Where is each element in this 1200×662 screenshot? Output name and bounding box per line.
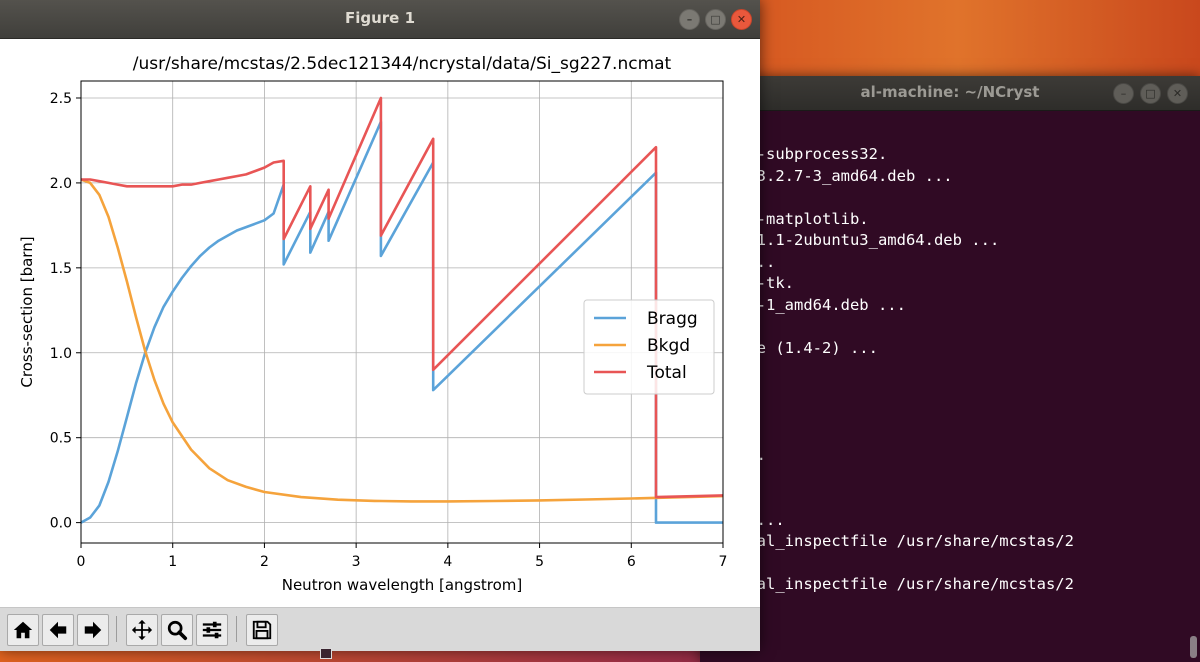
terminal-line: ... [710,402,1186,424]
x-tick-label: 0 [77,554,86,570]
home-icon [13,621,33,639]
zoom-icon [167,620,188,641]
x-tick-label: 5 [535,554,544,570]
y-tick-label: 1.0 [50,346,72,362]
legend-label: Bragg [647,309,698,329]
toolbar-separator [116,616,117,642]
terminal-window[interactable]: al-machine: ~/NCryst – □ ✕ ython-subproc… [700,76,1200,662]
x-tick-label: 7 [719,554,728,570]
x-tick-label: 6 [627,554,636,570]
terminal-line: ython-tk. [710,273,1186,295]
figure-title: Figure 1 [344,9,416,27]
terminal-line: -cache (1.4-2) ... [710,338,878,357]
terminal-window-controls: – □ ✕ [1113,83,1188,104]
legend-label: Total [646,363,687,383]
terminal-line: ython-matplotlib. [710,209,869,228]
minimize-icon[interactable]: – [1113,83,1134,104]
toolbar-separator [236,616,237,642]
terminal-line: .. [710,187,1186,209]
back-button[interactable] [42,614,74,646]
y-tick-label: 1.5 [50,261,72,277]
minimize-icon[interactable]: – [679,9,700,30]
terminal-line: 5~rc1-1_amd64.deb ... [710,295,906,314]
chart-canvas[interactable]: 0 1 2 3 4 5 6 7 0.0 0.5 1.0 1.5 2.0 2.5 /usr/share/mc… [0,38,760,607]
zoom-button[interactable] [161,614,193,646]
x-tick-label: 3 [352,554,361,570]
chart-legend: Bragg Bkgd Total [583,299,715,395]
desktop-widget [320,648,332,659]
figure-titlebar[interactable]: Figure 1 – □ ✕ [0,0,760,39]
x-axis-label: Neutron wavelength [angstrom] [282,576,523,594]
chart-title: /usr/share/mcstas/2.5dec121344/ncrystal/… [133,54,672,74]
pan-icon [131,619,153,641]
desktop-wallpaper [760,0,1200,80]
figure-window-controls: – □ ✕ [679,9,752,30]
terminal-line: ib_2.1.1-2ubuntu3_amd64.deb ... [710,231,1000,249]
back-arrow-icon [49,621,67,639]
forward-arrow-icon [84,621,102,639]
configure-subplots-icon [202,621,222,639]
terminal-line: 2) ... [710,445,1186,467]
figure-window[interactable]: Figure 1 – □ ✕ 0 1 2 3 4 5 6 7 0.0 0.5 1.0 1.5 2.0 2.… [0,0,760,651]
save-icon [252,620,272,640]
forward-button[interactable] [77,614,109,646]
terminal-menubar [700,111,1200,145]
terminal-scrollbar[interactable] [1190,636,1197,658]
configure-subplots-button[interactable] [196,614,228,646]
terminal-line: crystal_inspectfile /usr/share/mcstas/2 [710,532,1074,550]
terminal-line: tu3) ... [710,510,785,529]
close-icon[interactable]: ✕ [1167,83,1188,104]
terminal-line: crystal_inspectfile /usr/share/mcstas/2 [710,575,1074,593]
y-tick-label: 0.0 [50,516,72,532]
maximize-icon[interactable]: □ [1140,83,1161,104]
navigation-toolbar [0,607,760,651]
y-tick-label: 0.5 [50,431,72,447]
y-tick-label: 2.5 [50,91,72,107]
terminal-line: ss32_3.2.7-3_amd64.deb ... [710,166,953,185]
terminal-output[interactable]: ython-subprocess32. ss32_3.2.7-3_amd64.de… [700,144,1186,662]
home-button[interactable] [7,614,39,646]
close-icon[interactable]: ✕ [731,9,752,30]
terminal-line: ython-subprocess32. [710,145,888,163]
maximize-icon[interactable]: □ [705,9,726,30]
x-tick-label: 2 [260,554,269,570]
terminal-titlebar[interactable]: al-machine: ~/NCryst – □ ✕ [700,76,1200,111]
legend-label: Bkgd [647,336,690,356]
y-tick-label: 2.0 [50,176,72,192]
pan-button[interactable] [126,614,158,646]
terminal-line: u3) ... [710,252,776,271]
x-tick-label: 4 [443,554,452,570]
x-tick-label: 1 [168,554,177,570]
y-axis-label: Cross-section [barn] [18,236,36,387]
save-button[interactable] [246,614,278,646]
series-line-total [81,96,723,499]
